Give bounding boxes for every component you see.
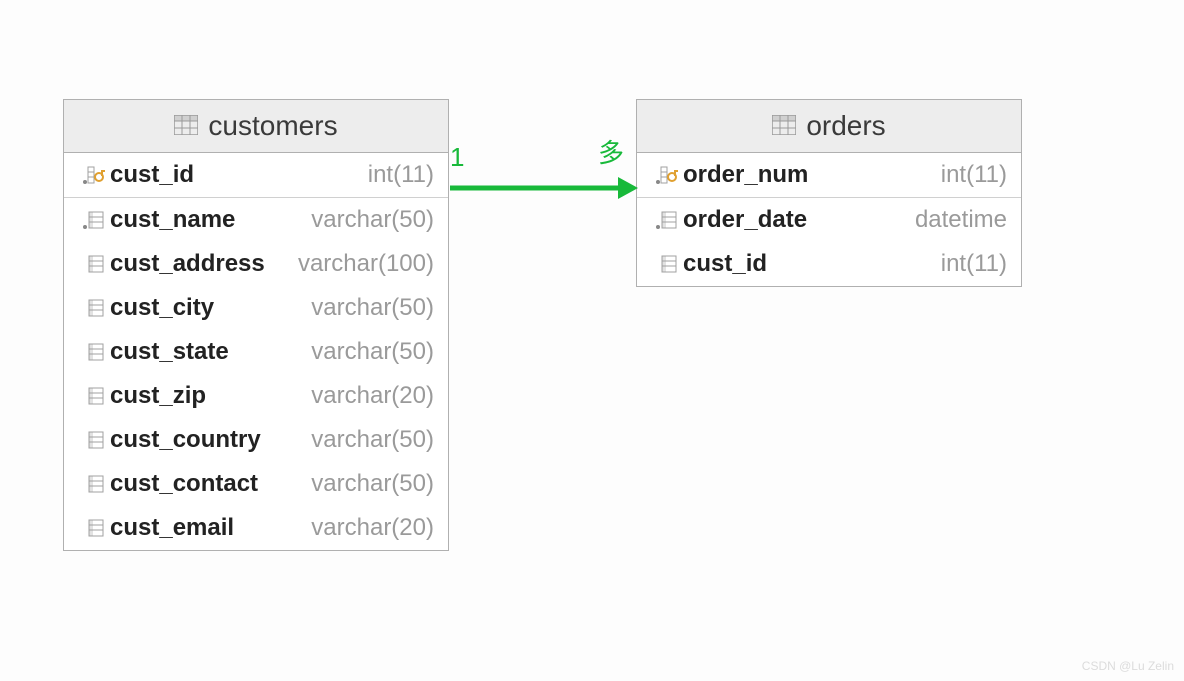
column-type: varchar(50)	[222, 294, 434, 322]
table-icon	[772, 110, 796, 142]
column-icon	[78, 342, 110, 362]
cardinality-many-label: 多	[598, 133, 624, 170]
relationship-arrow-icon	[448, 173, 638, 203]
table-icon	[174, 110, 198, 142]
table-customers-header: customers	[64, 100, 448, 153]
column-type: varchar(100)	[273, 250, 434, 278]
column-name: cust_contact	[110, 470, 266, 498]
column-row: cust_name varchar(50)	[64, 198, 448, 242]
watermark-text: CSDN @Lu Zelin	[1082, 659, 1174, 673]
column-icon	[78, 430, 110, 450]
column-type: varchar(50)	[237, 338, 434, 366]
column-type: int(11)	[775, 250, 1007, 278]
column-row: cust_address varchar(100)	[64, 242, 448, 286]
column-row: cust_email varchar(20)	[64, 506, 448, 550]
column-type: varchar(50)	[243, 206, 434, 234]
column-row: order_num int(11)	[637, 153, 1021, 198]
column-row: cust_id int(11)	[64, 153, 448, 198]
column-icon	[78, 386, 110, 406]
column-icon	[651, 210, 683, 230]
column-icon	[78, 210, 110, 230]
column-name: cust_state	[110, 338, 237, 366]
column-name: cust_address	[110, 250, 273, 278]
column-row: cust_state varchar(50)	[64, 330, 448, 374]
column-name: cust_country	[110, 426, 269, 454]
column-row: cust_country varchar(50)	[64, 418, 448, 462]
column-icon	[78, 518, 110, 538]
column-type: int(11)	[816, 161, 1007, 189]
column-name: cust_zip	[110, 382, 214, 410]
column-name: cust_city	[110, 294, 222, 322]
column-type: int(11)	[202, 161, 434, 189]
table-orders: orders order_num int(11)	[636, 99, 1022, 287]
cardinality-one-label: 1	[450, 142, 464, 173]
column-icon	[78, 298, 110, 318]
column-icon	[78, 474, 110, 494]
column-name: cust_email	[110, 514, 242, 542]
column-row: cust_city varchar(50)	[64, 286, 448, 330]
column-name: order_date	[683, 206, 815, 234]
table-orders-title: orders	[806, 110, 885, 142]
column-type: varchar(50)	[269, 426, 434, 454]
table-orders-header: orders	[637, 100, 1021, 153]
primary-key-icon	[651, 165, 683, 185]
column-type: varchar(20)	[214, 382, 434, 410]
column-name: order_num	[683, 161, 816, 189]
table-customers-title: customers	[208, 110, 337, 142]
column-name: cust_id	[110, 161, 202, 189]
column-name: cust_id	[683, 250, 775, 278]
primary-key-icon	[78, 165, 110, 185]
column-icon	[78, 254, 110, 274]
column-row: cust_id int(11)	[637, 242, 1021, 286]
table-customers: customers cust_id int(11)	[63, 99, 449, 551]
column-row: cust_contact varchar(50)	[64, 462, 448, 506]
column-icon	[651, 254, 683, 274]
column-type: varchar(50)	[266, 470, 434, 498]
column-name: cust_name	[110, 206, 243, 234]
column-type: datetime	[815, 206, 1007, 234]
column-row: cust_zip varchar(20)	[64, 374, 448, 418]
column-type: varchar(20)	[242, 514, 434, 542]
column-row: order_date datetime	[637, 198, 1021, 242]
